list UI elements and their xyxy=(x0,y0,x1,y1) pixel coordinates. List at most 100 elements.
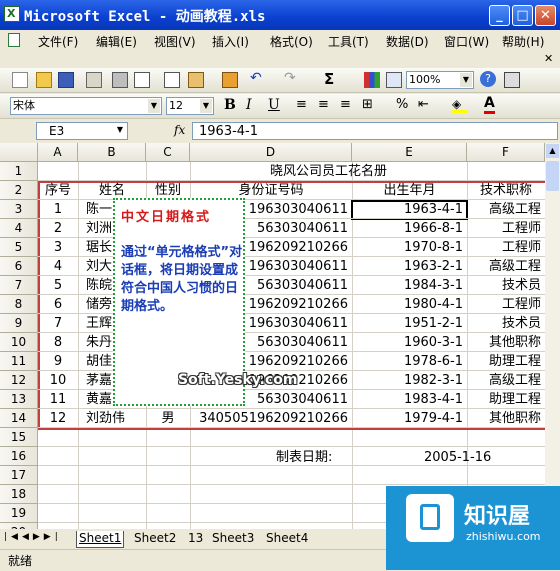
menu-view[interactable]: 视图(V) xyxy=(154,33,196,50)
record-cell-no[interactable]: 12 xyxy=(38,409,78,428)
menu-tools[interactable]: 工具(T) xyxy=(328,33,369,50)
menu-format[interactable]: 格式(O) xyxy=(270,33,313,50)
name-box[interactable]: E3 ▼ xyxy=(36,122,128,140)
row-header[interactable]: 7 xyxy=(0,276,38,295)
col-header-f[interactable]: F xyxy=(467,143,545,162)
record-cell-no[interactable]: 9 xyxy=(38,352,78,371)
menu-help[interactable]: 帮助(H) xyxy=(502,33,544,50)
permission-icon[interactable] xyxy=(86,72,102,88)
record-cell-birth[interactable]: 1979-4-1 xyxy=(352,409,467,428)
row-header[interactable]: 15 xyxy=(0,428,38,447)
align-right-icon[interactable]: ≡ xyxy=(340,97,351,112)
document-icon[interactable] xyxy=(8,33,20,47)
col-header-e[interactable]: E xyxy=(352,143,467,162)
open-icon[interactable] xyxy=(36,72,52,88)
record-cell-birth[interactable]: 1978-6-1 xyxy=(352,352,467,371)
new-icon[interactable] xyxy=(12,72,28,88)
font-size-select[interactable]: 12 ▼ xyxy=(166,97,214,115)
record-cell-no[interactable]: 1 xyxy=(38,200,78,219)
worksheet-grid[interactable]: A B C D E F 晓风公司员工花名册 序号 姓名 性别 身份证号码 出生年… xyxy=(0,143,545,529)
chart-wizard-icon[interactable] xyxy=(364,72,380,88)
record-cell-birth[interactable]: 1970-8-1 xyxy=(352,238,467,257)
insert-function-icon[interactable]: fx xyxy=(174,123,185,137)
minimize-button[interactable]: _ xyxy=(489,5,510,26)
tab-13[interactable]: 13 xyxy=(186,531,205,547)
vertical-scrollbar[interactable]: ▲ xyxy=(545,143,560,529)
row-header[interactable]: 4 xyxy=(0,219,38,238)
menu-insert[interactable]: 插入(I) xyxy=(212,33,249,50)
record-cell-no[interactable]: 7 xyxy=(38,314,78,333)
excel-app-icon[interactable] xyxy=(4,6,20,22)
undo-icon[interactable]: ↶ xyxy=(250,70,262,86)
record-cell-title[interactable]: 高级工程 xyxy=(467,257,545,276)
record-cell-no[interactable]: 3 xyxy=(38,238,78,257)
record-cell-title[interactable]: 工程师 xyxy=(467,219,545,238)
row-header[interactable]: 14 xyxy=(0,409,38,428)
record-cell-sex[interactable]: 男 xyxy=(146,409,190,428)
tab-sheet4[interactable]: Sheet4 xyxy=(264,531,310,547)
record-cell-name[interactable]: 刘劲伟 xyxy=(78,409,154,428)
menu-window[interactable]: 窗口(W) xyxy=(444,33,489,50)
menu-edit[interactable]: 编辑(E) xyxy=(96,33,137,50)
col-header-c[interactable]: C xyxy=(146,143,190,162)
record-cell-birth[interactable]: 1963-2-1 xyxy=(352,257,467,276)
record-cell-title[interactable]: 助理工程 xyxy=(467,390,545,409)
record-cell-no[interactable]: 4 xyxy=(38,257,78,276)
record-cell-title[interactable]: 其他职称 xyxy=(467,409,545,428)
record-cell-id[interactable]: 340505196209210266 xyxy=(190,409,352,428)
align-left-icon[interactable]: ≡ xyxy=(296,97,307,112)
merge-center-icon[interactable]: ⊞ xyxy=(362,97,373,112)
tab-sheet3[interactable]: Sheet3 xyxy=(210,531,256,547)
row-header[interactable]: 10 xyxy=(0,333,38,352)
record-cell-birth[interactable]: 1951-2-1 xyxy=(352,314,467,333)
record-cell-title[interactable]: 高级工程 xyxy=(467,371,545,390)
font-color-icon[interactable]: A xyxy=(484,96,495,114)
record-cell-title[interactable]: 工程师 xyxy=(467,295,545,314)
help-icon[interactable]: ? xyxy=(480,71,496,87)
record-cell-birth[interactable]: 1963-4-1 xyxy=(352,200,467,219)
menu-file[interactable]: 文件(F) xyxy=(38,33,78,50)
record-cell-title[interactable]: 工程师 xyxy=(467,238,545,257)
row-header[interactable]: 12 xyxy=(0,371,38,390)
row-header[interactable]: 8 xyxy=(0,295,38,314)
col-header-b[interactable]: B xyxy=(78,143,146,162)
record-cell-title[interactable]: 助理工程 xyxy=(467,352,545,371)
drawing-icon[interactable] xyxy=(386,72,402,88)
tab-sheet1[interactable]: Sheet1 xyxy=(76,531,125,548)
record-cell-birth[interactable]: 1960-3-1 xyxy=(352,333,467,352)
scroll-up-icon[interactable]: ▲ xyxy=(546,144,559,158)
italic-button[interactable]: I xyxy=(246,97,252,113)
row-header[interactable]: 13 xyxy=(0,390,38,409)
zoom-select[interactable]: 100% ▼ xyxy=(406,71,474,89)
decrease-indent-icon[interactable]: ⇤ xyxy=(418,97,429,112)
font-select[interactable]: 宋体 ▼ xyxy=(10,97,162,115)
row-header[interactable]: 6 xyxy=(0,257,38,276)
row-header[interactable]: 18 xyxy=(0,485,38,504)
row-header[interactable]: 11 xyxy=(0,352,38,371)
copy-icon[interactable] xyxy=(164,72,180,88)
row-header[interactable]: 19 xyxy=(0,504,38,523)
bold-button[interactable]: B xyxy=(224,97,236,113)
record-cell-no[interactable]: 6 xyxy=(38,295,78,314)
close-button[interactable]: ✕ xyxy=(535,5,556,26)
record-cell-no[interactable]: 2 xyxy=(38,219,78,238)
format-painter-icon[interactable] xyxy=(222,72,238,88)
col-header-d[interactable]: D xyxy=(190,143,352,162)
record-cell-birth[interactable]: 1983-4-1 xyxy=(352,390,467,409)
underline-button[interactable]: U xyxy=(268,97,280,113)
row-header[interactable]: 3 xyxy=(0,200,38,219)
print-preview-icon[interactable] xyxy=(134,72,150,88)
col-header-a[interactable]: A xyxy=(38,143,78,162)
record-cell-birth[interactable]: 1980-4-1 xyxy=(352,295,467,314)
row-header[interactable]: 5 xyxy=(0,238,38,257)
close-workbook-icon[interactable]: ✕ xyxy=(544,52,553,65)
paste-icon[interactable] xyxy=(188,72,204,88)
maximize-button[interactable]: □ xyxy=(512,5,533,26)
row-header[interactable]: 16 xyxy=(0,447,38,466)
tab-scroll-icons[interactable]: |◀◀▶▶| xyxy=(4,532,62,542)
row-header[interactable]: 2 xyxy=(0,181,38,200)
record-cell-title[interactable]: 技术员 xyxy=(467,276,545,295)
row-header[interactable]: 9 xyxy=(0,314,38,333)
autosum-icon[interactable]: Σ xyxy=(324,70,334,88)
fill-color-icon[interactable]: ◈ xyxy=(452,97,468,113)
